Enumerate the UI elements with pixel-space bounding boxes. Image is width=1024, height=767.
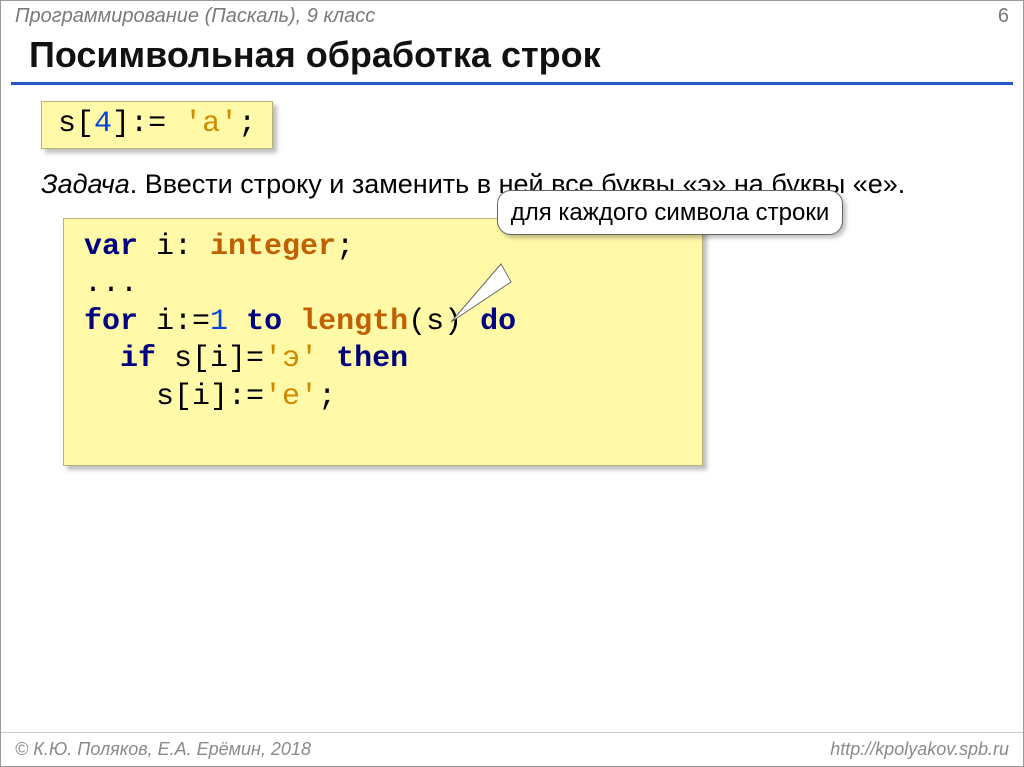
- code-l3-m1: i:=: [138, 305, 210, 339]
- page-number: 6: [998, 5, 1009, 28]
- callout-bubble: для каждого символа строки: [497, 190, 843, 236]
- code-l4-m1: s[i]=: [156, 342, 264, 376]
- snippet-close-bracket: ]: [112, 107, 130, 141]
- task-label: Задача: [41, 169, 130, 199]
- footer: © К.Ю. Поляков, Е.А. Ерёмин, 2018 http:/…: [1, 732, 1023, 766]
- slide-title: Посимвольная обработка строк: [1, 30, 1023, 82]
- code-l1-semi: ;: [336, 230, 354, 264]
- slide: Программирование (Паскаль), 9 класс 6 По…: [0, 0, 1024, 767]
- code-block-wrap: для каждого символа строки var i: intege…: [1, 218, 1023, 466]
- snippet-code: s[4]:= 'a';: [41, 101, 273, 149]
- snippet-semi: ;: [238, 107, 256, 141]
- subject-label: Программирование (Паскаль), 9 класс: [15, 5, 375, 28]
- kw-var: var: [84, 230, 138, 264]
- kw-then: then: [336, 342, 408, 376]
- footer-url: http://kpolyakov.spb.ru: [830, 739, 1009, 760]
- snippet-value: 'a': [184, 107, 238, 141]
- code-l5-semi: ;: [318, 380, 336, 414]
- str-e1: 'э': [264, 342, 318, 376]
- code-l2: ...: [84, 267, 138, 301]
- code-l3-m3: [282, 305, 300, 339]
- snippet-index: 4: [94, 107, 112, 141]
- kw-if: if: [120, 342, 156, 376]
- code-l5-indent: [84, 380, 156, 414]
- snippet-assign: :=: [130, 107, 184, 141]
- code-block: var i: integer; ... for i:=1 to length(s…: [63, 218, 703, 466]
- snippet-wrap: s[4]:= 'a';: [1, 101, 1023, 149]
- code-l3-m2: [228, 305, 246, 339]
- snippet-s: s: [58, 107, 76, 141]
- snippet-open-bracket: [: [76, 107, 94, 141]
- code-l4-indent: [84, 342, 120, 376]
- kw-to: to: [246, 305, 282, 339]
- type-integer: integer: [210, 230, 336, 264]
- code-l5-lhs: s[i]:=: [156, 380, 264, 414]
- str-e2: 'е': [264, 380, 318, 414]
- code-l1-mid: i:: [138, 230, 210, 264]
- num-1: 1: [210, 305, 228, 339]
- top-bar: Программирование (Паскаль), 9 класс 6: [1, 1, 1023, 30]
- fn-length: length: [300, 305, 408, 339]
- code-l4-m2: [318, 342, 336, 376]
- kw-for: for: [84, 305, 138, 339]
- footer-copyright: © К.Ю. Поляков, Е.А. Ерёмин, 2018: [15, 739, 311, 760]
- title-rule: [11, 82, 1013, 85]
